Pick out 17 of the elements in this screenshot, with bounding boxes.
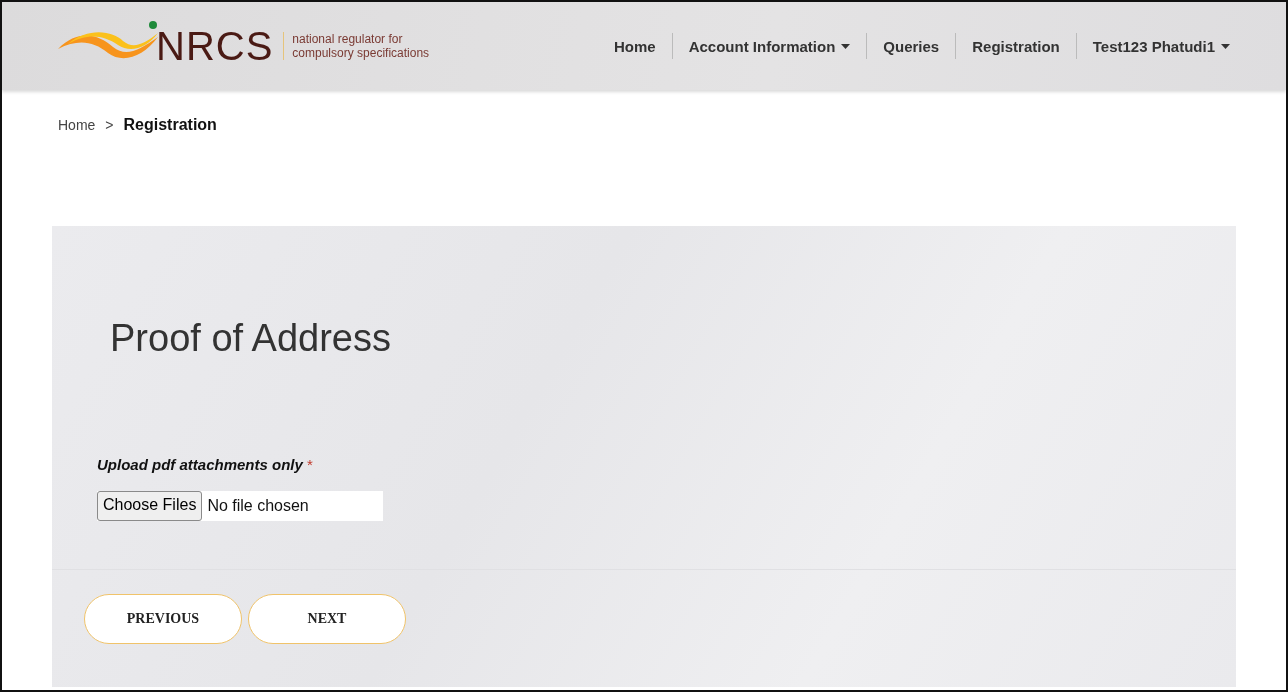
nav-link[interactable]: Test123 Phatudi1 bbox=[1076, 37, 1246, 55]
step-button[interactable]: NEXT bbox=[248, 594, 406, 644]
breadcrumb-link[interactable]: Registration bbox=[123, 116, 217, 134]
nav-link[interactable]: Home bbox=[598, 37, 672, 55]
file-input[interactable]: Choose Files No file chosen bbox=[97, 491, 383, 521]
caret-icon bbox=[841, 43, 851, 49]
field-label: Upload pdf attachments only * bbox=[97, 456, 314, 473]
breadcrumb-separator: > bbox=[105, 117, 114, 133]
caret-icon bbox=[1221, 43, 1230, 49]
nav-link[interactable]: Account Information bbox=[672, 37, 867, 55]
nav-link[interactable]: Registration bbox=[956, 37, 1076, 55]
logo-tagline: national regulator for compulsory specifications bbox=[283, 32, 430, 60]
nav-link[interactable]: Queries bbox=[867, 37, 956, 55]
breadcrumb-link[interactable]: Home bbox=[58, 117, 96, 133]
form-title: Proof of Address bbox=[110, 317, 392, 360]
step-button[interactable]: PREVIOUS bbox=[84, 594, 242, 644]
logo-wordmark: NRCS bbox=[156, 23, 274, 69]
